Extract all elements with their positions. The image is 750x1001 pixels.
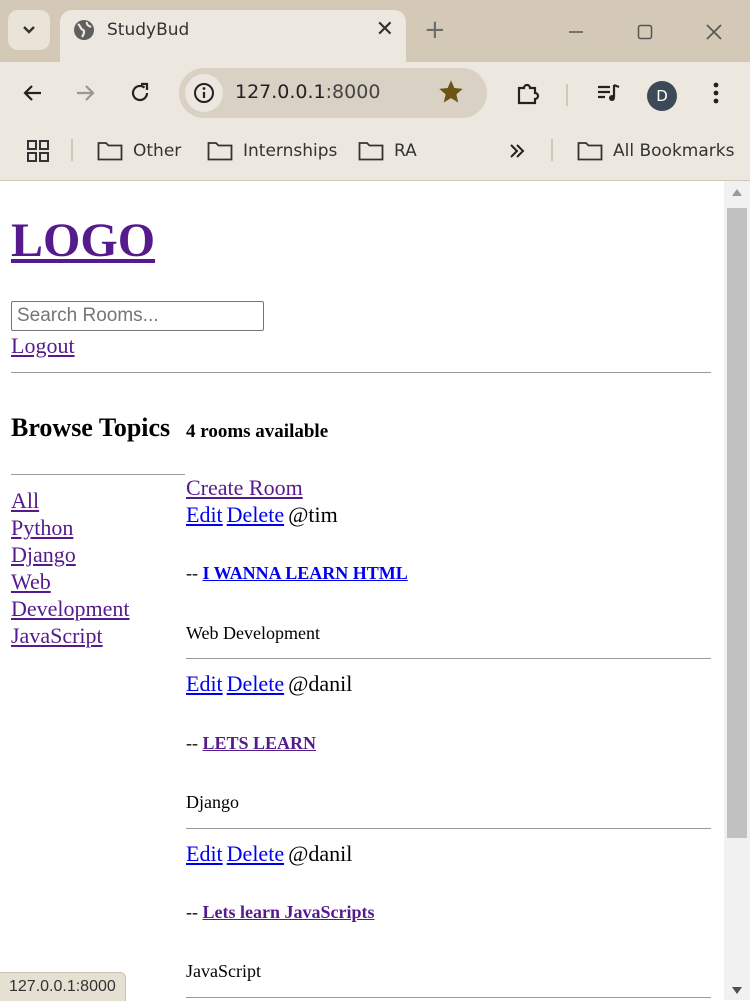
header-divider [11, 372, 711, 373]
search-input[interactable] [11, 301, 264, 331]
folder-icon [358, 142, 384, 161]
profile-avatar[interactable]: D [647, 81, 677, 111]
delete-room-link[interactable]: Delete [227, 671, 284, 696]
room-host: @danil [288, 841, 353, 866]
chevron-down-icon [23, 26, 35, 34]
room-actions: Edit Delete @danil [186, 841, 352, 867]
link-status-bubble: 127.0.0.1:8000 [0, 972, 126, 1001]
logout-link[interactable]: Logout [11, 333, 75, 359]
room-link[interactable]: LETS LEARN [203, 733, 317, 753]
scrollbar-thumb[interactable] [727, 208, 747, 838]
delete-room-link[interactable]: Delete [227, 502, 284, 527]
browse-topics-heading: Browse Topics [11, 413, 171, 442]
browser-toolbar: 127.0.0.1:8000 D [0, 62, 750, 122]
tab-title: StudyBud [107, 20, 190, 40]
minimize-icon[interactable] [561, 17, 591, 47]
room-topic: JavaScript [186, 961, 261, 981]
address-bar[interactable]: 127.0.0.1:8000 [179, 68, 487, 118]
all-bookmarks-button[interactable]: All Bookmarks [577, 138, 734, 164]
close-window-icon[interactable] [699, 17, 729, 47]
scroll-up-arrow-icon[interactable] [732, 189, 742, 196]
browser-menu-button[interactable] [699, 76, 733, 110]
bookmark-folder-other[interactable]: Other [97, 138, 181, 164]
page-scrollbar[interactable] [724, 181, 750, 1000]
topic-link-web-development[interactable]: Development [11, 595, 130, 622]
room-divider [186, 658, 711, 659]
back-arrow-icon [23, 85, 41, 101]
folder-icon [577, 142, 603, 161]
folder-icon [97, 142, 123, 161]
tab-strip: StudyBud ✕ + [0, 0, 750, 62]
sidebar-divider [11, 474, 185, 475]
room-title: -- I WANNA LEARN HTML [186, 563, 408, 583]
page-viewport: LOGO Logout Browse Topics All Python Dja… [0, 181, 724, 1000]
topic-link-web-development[interactable]: Web [11, 568, 51, 595]
bookmark-label: RA [394, 141, 417, 161]
edit-room-link[interactable]: Edit [186, 502, 223, 527]
room-divider [186, 828, 711, 829]
room-topic: Web Development [186, 623, 321, 643]
room-link[interactable]: I WANNA LEARN HTML [203, 563, 408, 583]
edit-room-link[interactable]: Edit [186, 841, 223, 866]
delete-room-link[interactable]: Delete [227, 841, 284, 866]
bookmark-label: Internships [243, 141, 338, 161]
room-host: @danil [288, 671, 353, 696]
new-tab-icon[interactable]: + [424, 17, 446, 43]
logo-link[interactable]: LOGO [11, 215, 155, 267]
room-host: @tim [288, 502, 338, 527]
bookmark-folder-internships[interactable]: Internships [207, 138, 337, 164]
back-button[interactable] [15, 76, 49, 110]
topic-link-django[interactable]: Django [11, 541, 76, 568]
room-title: -- Lets learn JavaScripts [186, 902, 375, 922]
bookmark-label: All Bookmarks [613, 141, 735, 161]
bookmark-label: Other [133, 141, 182, 161]
topic-link-all[interactable]: All [11, 487, 39, 514]
bookmark-folder-ra[interactable]: RA [358, 138, 417, 164]
extensions-button[interactable] [511, 76, 545, 110]
more-bookmarks-button[interactable] [508, 138, 536, 164]
globe-icon [74, 20, 94, 40]
edit-room-link[interactable]: Edit [186, 671, 223, 696]
room-actions: Edit Delete @tim [186, 502, 338, 528]
room-topic: Django [186, 792, 239, 812]
playlist-icon [598, 83, 620, 101]
close-tab-icon[interactable]: ✕ [376, 18, 394, 42]
bookmarks-separator [551, 139, 553, 161]
scroll-down-arrow-icon[interactable] [732, 987, 742, 994]
room-divider [186, 997, 711, 998]
create-room-link[interactable]: Create Room [186, 475, 303, 501]
folder-icon [207, 142, 233, 161]
bookmark-star-icon[interactable] [437, 78, 465, 106]
topic-link-javascript[interactable]: JavaScript [11, 622, 103, 649]
bookmarks-bar: Other Internships RA All Bookmarks [0, 122, 750, 181]
tab-search-button[interactable] [8, 10, 50, 50]
bookmarks-separator [71, 139, 73, 161]
topic-link-python[interactable]: Python [11, 514, 73, 541]
room-title: -- LETS LEARN [186, 733, 317, 753]
room-actions: Edit Delete @danil [186, 671, 352, 697]
apps-grid-icon [27, 140, 49, 162]
reload-button[interactable] [123, 76, 157, 110]
media-controls-button[interactable] [591, 76, 625, 110]
apps-button[interactable] [26, 138, 60, 164]
forward-button[interactable] [69, 76, 103, 110]
double-chevron-right-icon [510, 144, 525, 158]
url-text: 127.0.0.1:8000 [235, 81, 381, 103]
maximize-icon[interactable] [630, 17, 660, 47]
room-link[interactable]: Lets learn JavaScripts [203, 902, 375, 922]
site-info-icon[interactable] [185, 74, 223, 112]
toolbar-separator [566, 84, 568, 106]
active-tab[interactable]: StudyBud ✕ [60, 10, 406, 62]
reload-icon [131, 82, 149, 102]
rooms-count: 4 rooms available [186, 421, 329, 442]
kebab-menu-icon [713, 82, 719, 104]
puzzle-icon [517, 83, 540, 105]
forward-arrow-icon [77, 85, 95, 101]
